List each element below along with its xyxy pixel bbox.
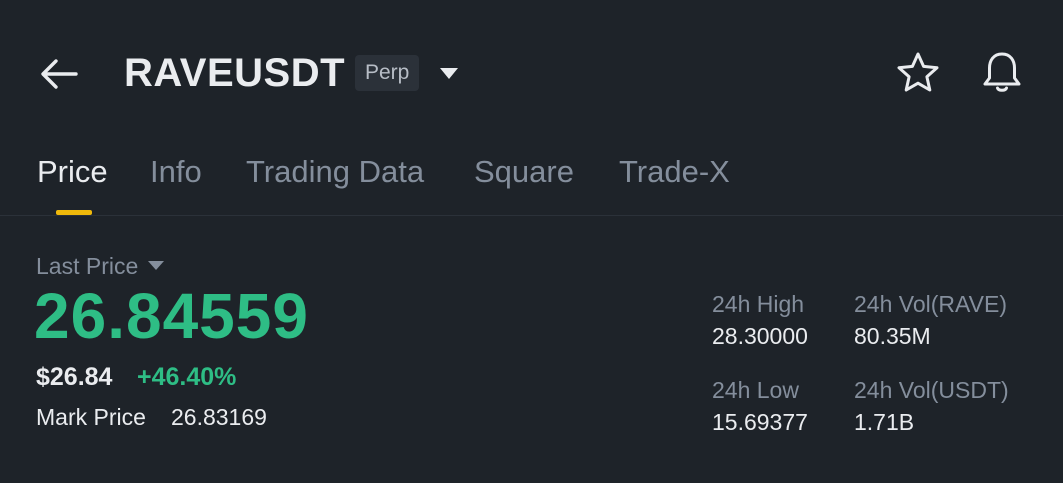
vol-quote-24h-label: 24h Vol(USDT) xyxy=(854,377,1009,403)
arrow-left-icon xyxy=(41,59,78,89)
bell-icon xyxy=(983,52,1021,92)
tab-square[interactable]: Square xyxy=(474,152,574,192)
tab-price[interactable]: Price xyxy=(37,152,108,192)
last-price-value: 26.84559 xyxy=(34,280,309,352)
price-change-percent: +46.40% xyxy=(137,363,237,391)
vol-base-24h-label: 24h Vol(RAVE) xyxy=(854,291,1007,317)
alert-button[interactable] xyxy=(978,48,1026,96)
caret-down-icon xyxy=(148,261,165,270)
header-bar: RAVEUSDT Perp xyxy=(0,0,1063,140)
star-icon xyxy=(897,52,939,92)
tab-bar: Price Info Trading Data Square Trade-X xyxy=(0,140,1063,216)
caret-down-icon xyxy=(440,68,458,79)
low-24h-label: 24h Low xyxy=(712,377,799,403)
tab-info[interactable]: Info xyxy=(150,152,202,192)
symbol-title[interactable]: RAVEUSDT xyxy=(124,49,345,97)
contract-type-badge[interactable]: Perp xyxy=(355,55,420,91)
vol-base-24h-value: 80.35M xyxy=(854,323,931,349)
favorite-button[interactable] xyxy=(895,50,941,96)
vol-quote-24h-value: 1.71B xyxy=(854,409,915,435)
mark-price-value: 26.83169 xyxy=(171,404,267,430)
low-24h-value: 15.69377 xyxy=(712,409,808,435)
usd-price-value: $26.84 xyxy=(36,363,113,391)
symbol-dropdown-button[interactable] xyxy=(436,60,462,86)
last-price-label: Last Price xyxy=(36,253,139,279)
active-tab-indicator xyxy=(56,210,92,215)
mark-price-label: Mark Price xyxy=(36,404,146,430)
back-button[interactable] xyxy=(36,50,84,98)
tab-trade-x[interactable]: Trade-X xyxy=(619,152,730,192)
high-24h-value: 28.30000 xyxy=(712,323,808,349)
last-price-selector[interactable]: Last Price xyxy=(36,252,165,280)
tab-trading-data[interactable]: Trading Data xyxy=(246,152,424,192)
high-24h-label: 24h High xyxy=(712,291,805,317)
futures-price-screen: RAVEUSDT Perp Price Info Trading Data Sq… xyxy=(0,0,1063,483)
